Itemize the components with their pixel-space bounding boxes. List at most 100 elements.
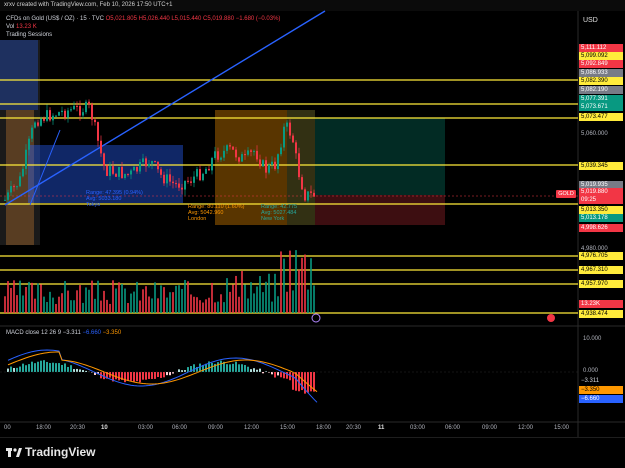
chart-canvas[interactable] xyxy=(0,0,625,437)
volume-bar xyxy=(16,295,18,313)
macd-histogram-bar xyxy=(10,367,12,372)
price-tag: 09:25 xyxy=(579,196,623,204)
macd-histogram-bar xyxy=(193,364,195,372)
volume-bar xyxy=(70,300,72,313)
volume-bar xyxy=(184,280,186,313)
candle-body xyxy=(196,169,198,176)
macd-histogram-bar xyxy=(244,365,246,372)
price-tag: 5,073.477 xyxy=(579,113,623,121)
macd-histogram-bar xyxy=(235,362,237,372)
volume-bar xyxy=(298,270,300,313)
macd-histogram-bar xyxy=(79,369,81,372)
volume-bar xyxy=(37,283,39,313)
macd-legend[interactable]: MACD close 12 26 9 −3.311 −6.660 −3.350 xyxy=(6,330,121,336)
flag-event-icon xyxy=(547,314,555,322)
volume-bar xyxy=(127,303,129,313)
macd-histogram-bar xyxy=(115,372,117,379)
volume-bar xyxy=(49,292,51,313)
volume-bar xyxy=(88,290,90,313)
candle-body xyxy=(175,183,177,184)
volume-bar xyxy=(22,295,24,313)
volume-bar xyxy=(73,300,75,313)
macd-histogram-bar xyxy=(70,365,72,372)
volume-bar xyxy=(148,296,150,313)
volume-bar xyxy=(178,285,180,313)
volume-bar xyxy=(295,250,297,313)
macd-histogram-bar xyxy=(256,370,258,372)
macd-signal-line xyxy=(8,352,317,392)
volume-bar xyxy=(271,302,273,313)
macd-tag: −3.311 xyxy=(579,377,623,385)
macd-histogram-bar xyxy=(19,367,21,372)
candle-body xyxy=(226,145,228,151)
target-box-green xyxy=(315,118,445,195)
candle-body xyxy=(289,123,291,136)
candle-body xyxy=(49,110,51,120)
symbol-legend[interactable]: CFDs on Gold (US$ / OZ) · 15 · TVC O5,02… xyxy=(6,16,280,38)
macd-histogram-bar xyxy=(184,370,186,372)
candle-body xyxy=(256,151,258,160)
volume-bar xyxy=(259,276,261,313)
time-label: 18:00 xyxy=(36,425,51,431)
candle-body xyxy=(184,181,186,190)
candle-body xyxy=(274,162,276,169)
volume-bar xyxy=(193,297,195,313)
macd-histogram-bar xyxy=(148,372,150,379)
macd-histogram-bar xyxy=(31,362,33,372)
macd-histogram-bar xyxy=(166,372,168,375)
price-tag: 13.23K xyxy=(579,300,623,308)
volume-bar xyxy=(121,284,123,313)
candle-body xyxy=(4,200,6,201)
volume-bar xyxy=(85,287,87,313)
volume-bar xyxy=(163,287,165,313)
volume-bar xyxy=(67,291,69,313)
candle-body xyxy=(52,116,54,121)
axis-price-label: 5,060.000 xyxy=(581,131,608,137)
candle-body xyxy=(94,120,96,122)
candle-body xyxy=(34,122,36,127)
candle-body xyxy=(7,192,9,199)
candle-body xyxy=(70,109,72,110)
trading-sessions-label: Trading Sessions xyxy=(6,32,280,38)
macd-histogram-bar xyxy=(292,372,294,390)
candle-body xyxy=(220,158,222,160)
volume-bar xyxy=(205,299,207,313)
macd-histogram-bar xyxy=(136,372,138,381)
macd-histogram-bar xyxy=(277,372,279,375)
macd-histogram-bar xyxy=(118,372,120,380)
candle-body xyxy=(31,128,33,139)
macd-histogram-bar xyxy=(7,369,9,372)
macd-histogram-bar xyxy=(178,369,180,372)
macd-histogram-bar xyxy=(187,367,189,372)
volume-bar xyxy=(202,303,204,313)
currency-button[interactable]: USD xyxy=(579,15,623,27)
time-label: 18:00 xyxy=(316,425,331,431)
macd-histogram-bar xyxy=(157,372,159,377)
volume-bar xyxy=(232,285,234,313)
candle-body xyxy=(199,169,201,180)
candle-body xyxy=(109,166,111,176)
time-label: 12:00 xyxy=(244,425,259,431)
macd-histogram-bar xyxy=(253,368,255,372)
price-tag: 5,077.391 xyxy=(579,95,623,103)
price-tag: 4,967.310 xyxy=(579,266,623,274)
volume-bar xyxy=(304,255,306,313)
macd-histogram-bar xyxy=(16,368,18,372)
macd-histogram-bar xyxy=(43,360,45,372)
candle-body xyxy=(112,166,114,174)
volume-bar xyxy=(280,251,282,313)
candle-body xyxy=(304,189,306,200)
axis-price-label: 4,980.000 xyxy=(581,246,608,252)
volume-bar xyxy=(139,301,141,313)
volume-bar xyxy=(241,271,243,313)
macd-histogram-bar xyxy=(76,369,78,372)
candle-body xyxy=(271,162,273,165)
candle-body xyxy=(292,136,294,143)
volume-bar xyxy=(58,297,60,313)
time-label: 09:00 xyxy=(208,425,223,431)
candle-body xyxy=(64,111,66,118)
candle-body xyxy=(142,158,144,162)
volume-bar xyxy=(244,285,246,313)
volume-bar xyxy=(307,290,309,313)
time-label: 12:00 xyxy=(518,425,533,431)
